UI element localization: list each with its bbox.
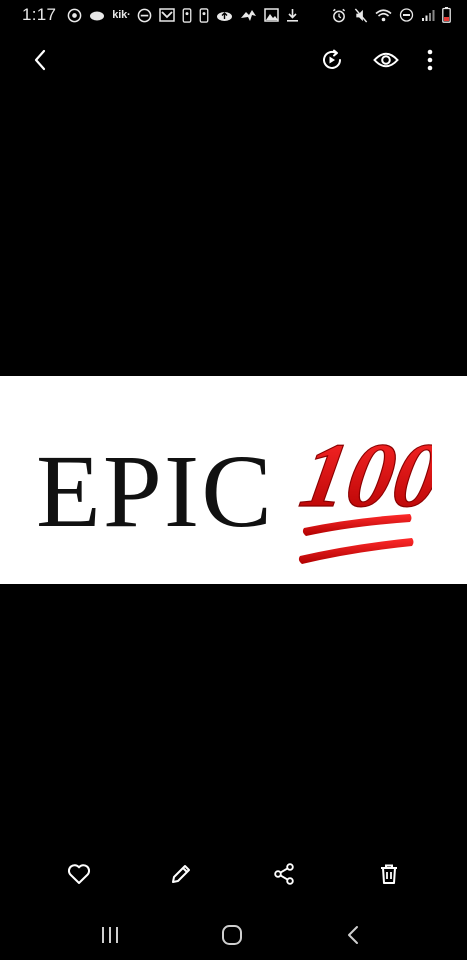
more-vertical-icon xyxy=(427,49,433,71)
back-button[interactable] xyxy=(18,38,62,82)
home-icon xyxy=(222,925,242,945)
recents-button[interactable] xyxy=(85,910,135,960)
hundred-emoji-icon: 100 xyxy=(293,424,432,564)
edit-button[interactable] xyxy=(157,850,205,898)
recents-icon xyxy=(102,927,118,943)
logo-word: EPIC xyxy=(36,434,275,549)
nav-back-icon xyxy=(348,926,358,944)
minus-circle-icon xyxy=(137,8,152,23)
signal-icon xyxy=(421,9,435,22)
battery-icon xyxy=(442,7,451,23)
view-button[interactable] xyxy=(364,38,408,82)
kik-label: kik· xyxy=(112,9,131,21)
status-right xyxy=(331,7,451,23)
target-icon xyxy=(67,8,82,23)
eye-icon xyxy=(373,52,399,68)
heart-icon xyxy=(67,864,91,884)
home-button[interactable] xyxy=(207,910,257,960)
status-bar: 1:17 kik· xyxy=(0,0,467,30)
remaster-button[interactable] xyxy=(310,38,354,82)
status-time: 1:17 xyxy=(22,5,57,24)
favorite-button[interactable] xyxy=(55,850,103,898)
logo-number: 100 xyxy=(293,425,432,527)
status-left: 1:17 kik· xyxy=(22,5,299,25)
remaster-icon xyxy=(323,49,341,69)
trash-icon xyxy=(381,864,397,884)
system-nav-bar xyxy=(0,910,467,960)
nav-back-button[interactable] xyxy=(328,910,378,960)
chevron-left-icon xyxy=(34,49,46,71)
share-button[interactable] xyxy=(260,850,308,898)
alarm-icon xyxy=(331,8,347,23)
more-options-button[interactable] xyxy=(408,38,452,82)
pencil-icon xyxy=(172,865,190,883)
viewer-bottom-bar xyxy=(0,850,467,898)
cloud-upload-icon xyxy=(216,9,233,22)
viewer-top-bar xyxy=(0,38,467,82)
wifi-icon xyxy=(375,8,392,22)
mute-icon xyxy=(354,7,368,23)
volte-icon xyxy=(399,8,414,22)
share-icon xyxy=(274,863,294,885)
nba-icon xyxy=(182,7,192,23)
delete-button[interactable] xyxy=(365,850,413,898)
nba-icon-2 xyxy=(199,7,209,23)
hawk-icon xyxy=(240,9,257,22)
cloud-icon xyxy=(89,9,105,21)
download-icon xyxy=(286,8,299,22)
mail-icon xyxy=(159,8,176,22)
image-icon xyxy=(264,8,280,22)
